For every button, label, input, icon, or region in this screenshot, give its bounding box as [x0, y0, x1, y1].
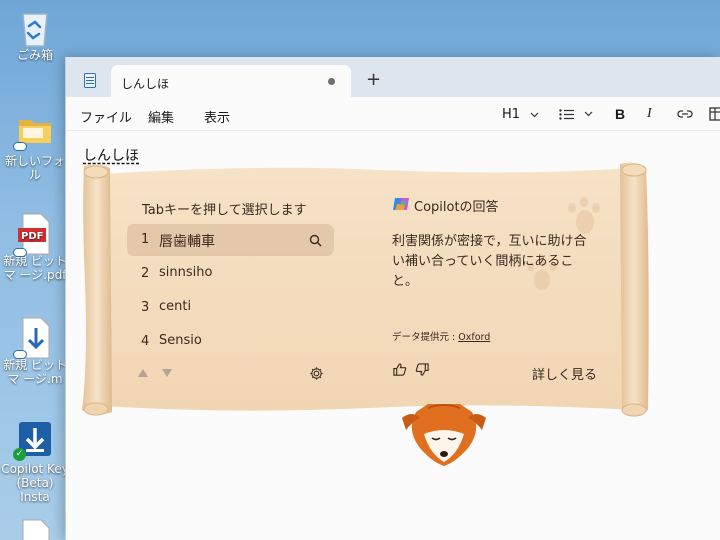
- italic-icon: I: [647, 106, 652, 121]
- menu-file[interactable]: ファイル: [80, 107, 132, 126]
- unsaved-dot-icon[interactable]: [328, 78, 335, 85]
- tab-document[interactable]: しんしほ: [111, 65, 351, 99]
- gear-icon[interactable]: [309, 366, 324, 385]
- data-source-label: データ提供元 :: [392, 332, 459, 343]
- heading-dropdown[interactable]: H1: [502, 107, 539, 122]
- tab-title: しんしほ: [121, 77, 170, 91]
- installer-icon: ✓: [13, 420, 53, 461]
- link-button[interactable]: [677, 109, 693, 119]
- desktop-icon-new-folder[interactable]: 新しいフォル: [0, 112, 70, 182]
- desktop-icon-pdf[interactable]: PDF 新規 ビットマ ージ.pdf: [0, 212, 70, 282]
- download-file-icon: [13, 316, 53, 359]
- candidate-text: centi: [159, 299, 192, 314]
- cloud-sync-icon: [13, 248, 27, 257]
- recycle-bin-icon: [17, 6, 53, 47]
- bold-icon: B: [615, 106, 626, 122]
- candidate-text: Sensio: [159, 333, 202, 348]
- candidate-item-3[interactable]: 3 centi: [127, 292, 334, 324]
- table-button[interactable]: [709, 107, 720, 121]
- notepad-app-icon: [84, 73, 96, 88]
- chevron-down-icon: [530, 112, 539, 118]
- candidate-item-2[interactable]: 2 sinnsiho: [127, 258, 334, 290]
- menu-view[interactable]: 表示: [204, 107, 230, 126]
- candidate-text: 唇歯輔車: [159, 234, 215, 250]
- table-icon: [709, 107, 720, 121]
- desktop-icon-label: 新規 ビットマ ージ.pdf: [3, 254, 67, 282]
- copilot-answer-title: Copilotの回答: [414, 200, 499, 215]
- title-bar: しんしほ +: [66, 57, 720, 99]
- candidate-item-4[interactable]: 4 Sensio: [127, 326, 334, 358]
- candidate-number: 2: [141, 266, 150, 281]
- copilot-answer-text: 利害関係が密接で，互いに助け合い補い合っていく間柄にあること。: [392, 234, 587, 289]
- italic-button[interactable]: I: [647, 106, 652, 122]
- list-icon: [559, 109, 574, 120]
- data-source: データ提供元 : Oxford: [392, 329, 490, 343]
- candidate-number: 1: [141, 232, 150, 247]
- desktop-icon-installer[interactable]: ✓ Copilot Key (Beta) Insta: [0, 420, 70, 504]
- thumbs-up-icon[interactable]: [392, 362, 407, 381]
- candidate-number: 3: [141, 300, 150, 315]
- heading-level-label: H1: [502, 107, 521, 122]
- new-tab-button[interactable]: +: [366, 71, 381, 89]
- desktop-icon-label: ごみ箱: [16, 48, 53, 62]
- svg-text:PDF: PDF: [21, 231, 43, 242]
- thumbs-down-icon[interactable]: [415, 362, 430, 381]
- candidate-item-1[interactable]: 1 唇歯輔車: [127, 224, 334, 256]
- desktop-icon-partial[interactable]: [0, 518, 70, 540]
- candidate-text: sinnsiho: [159, 265, 213, 280]
- page-down-arrow-icon[interactable]: [162, 369, 172, 377]
- ime-candidate-popup: Tabキーを押して選択します 1 唇歯輔車 2 sinnsiho 3 centi…: [80, 162, 650, 417]
- pdf-icon: PDF: [13, 212, 53, 257]
- see-more-link[interactable]: 詳しく見る: [532, 364, 597, 383]
- desktop-icon-label: Copilot Key (Beta) Insta: [1, 462, 69, 504]
- copilot-answer-pane: Copilotの回答 利害関係が密接で，互いに助け合い補い合っていく間柄にあるこ…: [390, 162, 630, 417]
- copilot-logo-icon: [392, 195, 410, 217]
- cloud-sync-icon: [13, 142, 27, 151]
- desktop-icon-download[interactable]: 新規 ビットマ ージ.m: [0, 316, 70, 386]
- folder-icon: [13, 112, 53, 152]
- chevron-down-icon: [584, 111, 593, 117]
- bold-button[interactable]: B: [615, 106, 625, 123]
- file-icon: [17, 518, 53, 540]
- synced-check-icon: ✓: [13, 448, 26, 461]
- menu-edit[interactable]: 編集: [148, 107, 174, 126]
- desktop-icon-label: 新しいフォル: [4, 154, 65, 182]
- list-dropdown[interactable]: [559, 109, 593, 124]
- desktop-icon-label: 新規 ビットマ ージ.m: [3, 358, 67, 386]
- fox-mascot: [398, 402, 490, 474]
- candidate-pane: Tabキーを押して選択します 1 唇歯輔車 2 sinnsiho 3 centi…: [80, 162, 350, 417]
- candidate-number: 4: [141, 334, 150, 349]
- candidate-pane-title: Tabキーを押して選択します: [142, 203, 307, 218]
- page-up-arrow-icon[interactable]: [138, 369, 148, 377]
- menu-bar: ファイル 編集 表示 H1 B I: [66, 97, 720, 131]
- search-icon[interactable]: [309, 232, 322, 251]
- cloud-sync-icon: [13, 350, 27, 359]
- data-source-link[interactable]: Oxford: [458, 332, 490, 343]
- link-icon: [677, 109, 693, 119]
- desktop-icon-recycle-bin[interactable]: ごみ箱: [0, 6, 70, 62]
